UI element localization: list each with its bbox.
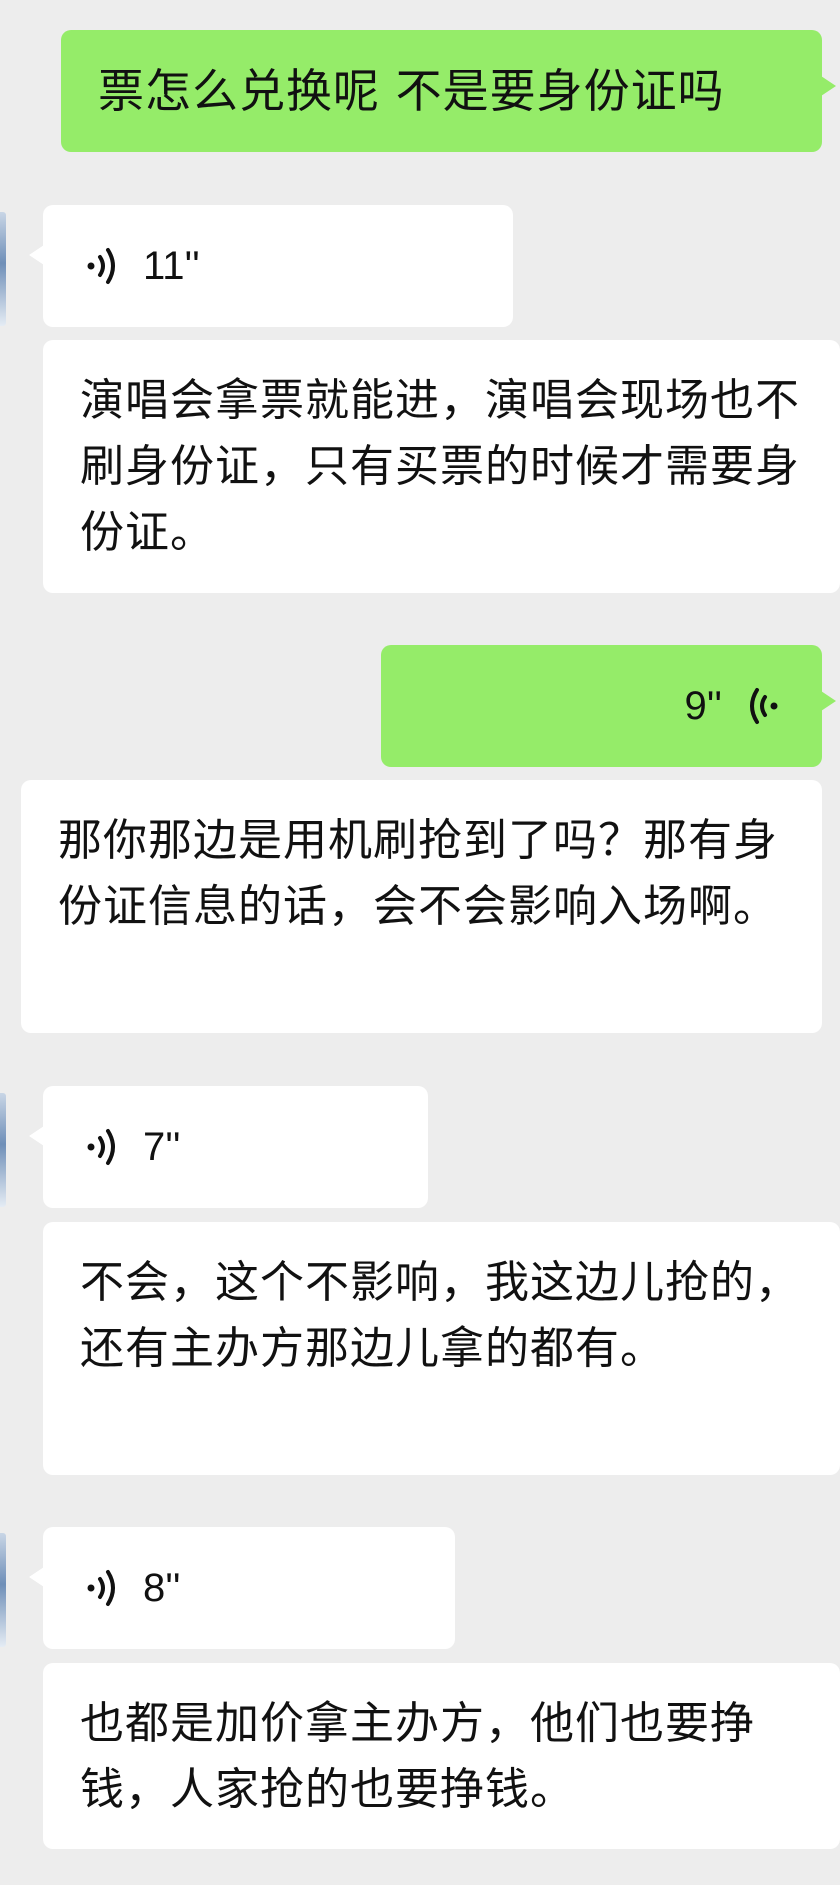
message-text: 不会，这个不影响，我这边儿抢的，还有主办方那边儿拿的都有。 — [80, 1257, 800, 1374]
incoming-message-bubble[interactable]: 不会，这个不影响，我这边儿抢的，还有主办方那边儿拿的都有。 — [43, 1222, 840, 1475]
incoming-message-bubble[interactable]: 演唱会拿票就能进，演唱会现场也不刷身份证，只有买票的时候才需要身份证。 — [43, 340, 840, 593]
voice-wave-icon — [87, 1570, 115, 1606]
contact-avatar[interactable] — [0, 212, 6, 326]
message-text: 票怎么兑换呢 不是要身份证吗 — [98, 64, 725, 118]
outgoing-message-bubble[interactable]: 票怎么兑换呢 不是要身份证吗 — [61, 30, 836, 152]
message-text: 也都是加价拿主办方，他们也要挣钱，人家抢的也要挣钱。 — [80, 1698, 755, 1815]
voice-duration: 7'' — [143, 1124, 181, 1169]
incoming-voice-message[interactable]: 8'' — [29, 1527, 455, 1649]
message-text: 演唱会拿票就能进，演唱会现场也不刷身份证，只有买票的时候才需要身份证。 — [80, 375, 800, 558]
voice-wave-icon — [87, 1129, 115, 1165]
message-text: 那你那边是用机刷抢到了吗？那有身份证信息的话，会不会影响入场啊。 — [58, 815, 778, 932]
voice-duration: 8'' — [143, 1565, 181, 1610]
outgoing-voice-message[interactable]: 9'' — [381, 645, 836, 767]
voice-duration: 11'' — [143, 243, 200, 288]
voice-wave-icon — [750, 688, 778, 724]
contact-avatar[interactable] — [0, 1093, 6, 1207]
incoming-message-bubble[interactable]: 那你那边是用机刷抢到了吗？那有身份证信息的话，会不会影响入场啊。 — [21, 780, 822, 1033]
incoming-voice-message[interactable]: 7'' — [29, 1086, 428, 1208]
incoming-message-bubble[interactable]: 也都是加价拿主办方，他们也要挣钱，人家抢的也要挣钱。 — [43, 1663, 840, 1849]
incoming-voice-message[interactable]: 11'' — [29, 205, 513, 327]
voice-wave-icon — [87, 248, 115, 284]
contact-avatar[interactable] — [0, 1533, 6, 1647]
voice-duration: 9'' — [684, 683, 722, 728]
